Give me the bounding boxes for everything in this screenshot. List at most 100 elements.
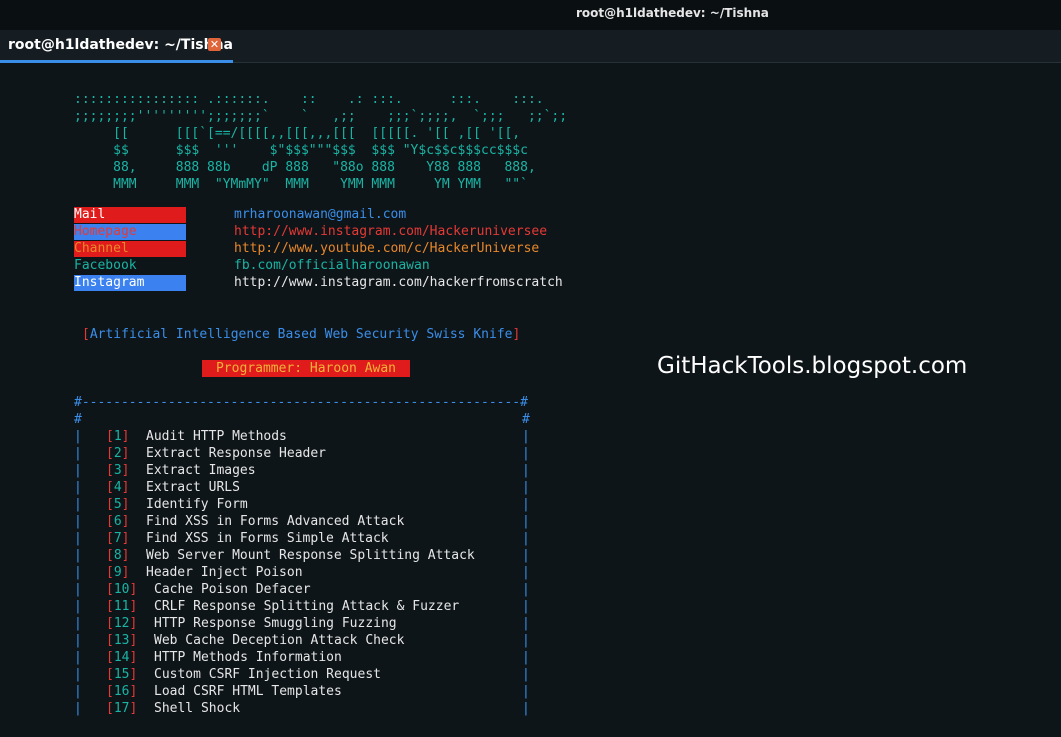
banner-line: ;;;;;;;;''''''''';;;;;;;` ` ,;; ;;;`;;;;… (74, 109, 568, 124)
banner-line: MMM MMM "YMmMY" MMM YMM MMM YM YMM ""` (74, 177, 528, 192)
menu-item-number: [14] (106, 650, 138, 665)
menu-border-right: | (522, 616, 530, 631)
menu-border-left: | (74, 650, 82, 665)
title-bar[interactable]: root@h1ldathedev: ~/Tishna (0, 0, 1061, 30)
homepage-label: Homepage (74, 224, 186, 240)
menu-border-left: | (74, 599, 82, 614)
menu-item-number: [7] (106, 531, 130, 546)
tagline-close: ] (512, 327, 521, 342)
menu-item[interactable]: | [9] Header Inject Poison | (74, 564, 534, 581)
tagline: [Artificial Intelligence Based Web Secur… (82, 326, 520, 343)
menu-item[interactable]: | [4] Extract URLS | (74, 479, 534, 496)
menu-border-right: | (522, 531, 530, 546)
menu-border-right: | (522, 667, 530, 682)
menu-border-right: | (522, 565, 530, 580)
menu-item-number: [5] (106, 497, 130, 512)
menu-item-number-value: 2 (113, 446, 122, 461)
menu-item-number-value: 1 (113, 429, 122, 444)
menu-item-label: HTTP Methods Information (154, 650, 342, 665)
menu-item[interactable]: | [3] Extract Images | (74, 462, 534, 479)
tab-bar: root@h1ldathedev: ~/Tishna ✕ (0, 30, 1061, 63)
menu-border-left: | (74, 548, 82, 563)
menu-item-number: [2] (106, 446, 130, 461)
menu-border-left: | (74, 582, 82, 597)
menu-item[interactable]: | [12] HTTP Response Smuggling Fuzzing | (74, 615, 534, 632)
tab-label: root@h1ldathedev: ~/Tishna (8, 37, 233, 53)
menu-item-number-value: 8 (113, 548, 122, 563)
menu-item-number-value: 16 (113, 684, 130, 699)
menu-item-number-value: 4 (113, 480, 122, 495)
menu-border-right: | (522, 480, 530, 495)
menu-item-label: Identify Form (146, 497, 248, 512)
menu-border-right: | (522, 463, 530, 478)
mail-label: Mail (74, 207, 186, 223)
menu-item-number-value: 6 (113, 514, 122, 529)
tab-terminal[interactable]: root@h1ldathedev: ~/Tishna ✕ (0, 30, 233, 63)
menu-item-number: [16] (106, 684, 138, 699)
menu-item-number-value: 12 (113, 616, 130, 631)
menu-item-label: Cache Poison Defacer (154, 582, 311, 597)
menu-item[interactable]: | [17] Shell Shock | (74, 700, 534, 717)
banner-line: 88, 888 88b dP 888 "88o 888 Y88 888 888, (74, 160, 536, 175)
menu-item-number: [1] (106, 429, 130, 444)
menu-item-number: [4] (106, 480, 130, 495)
close-icon[interactable]: ✕ (208, 38, 221, 51)
menu-item-number-value: 13 (113, 633, 130, 648)
menu-item[interactable]: | [14] HTTP Methods Information | (74, 649, 534, 666)
menu-border-right: | (522, 582, 530, 597)
menu-border-left: | (74, 531, 82, 546)
menu-item-number-value: 14 (113, 650, 130, 665)
menu-item-number-value: 5 (113, 497, 122, 512)
menu-border-left: | (74, 565, 82, 580)
menu-border-right: | (522, 599, 530, 614)
menu-item-number-value: 9 (113, 565, 122, 580)
menu-item-label: Header Inject Poison (146, 565, 303, 580)
menu-border-right: | (522, 701, 530, 716)
menu-item[interactable]: | [6] Find XSS in Forms Advanced Attack | (74, 513, 534, 530)
menu-item[interactable]: | [11] CRLF Response Splitting Attack & Fu… (74, 598, 534, 615)
menu-item-number: [10] (106, 582, 138, 597)
menu-item[interactable]: | [13] Web Cache Deception Attack Check | (74, 632, 534, 649)
menu-border-right: | (522, 429, 530, 444)
menu-item[interactable]: | [15] Custom CSRF Injection Request | (74, 666, 534, 683)
menu-border-left: | (74, 429, 82, 444)
terminal-output[interactable]: :::::::::::::::: .::::::. :: .: :::. :::… (0, 63, 1061, 737)
watermark-text: GitHackTools.blogspot.com (657, 353, 968, 379)
menu-item[interactable]: | [2] Extract Response Header | (74, 445, 534, 462)
menu-item-number-value: 11 (113, 599, 130, 614)
terminal-window: root@h1ldathedev: ~/Tishna root@h1ldathe… (0, 0, 1061, 737)
menu-item-label: Audit HTTP Methods (146, 429, 287, 444)
menu-item-number-value: 17 (113, 701, 130, 716)
menu-border-right: | (522, 446, 530, 461)
menu-corner-left: # (74, 412, 82, 427)
menu-border-right: | (522, 497, 530, 512)
menu-item-number: [9] (106, 565, 130, 580)
facebook-label: Facebook (74, 258, 137, 273)
menu-item[interactable]: | [16] Load CSRF HTML Templates | (74, 683, 534, 700)
programmer-badge: Programmer: Haroon Awan (202, 360, 410, 377)
window-title: root@h1ldathedev: ~/Tishna (576, 6, 769, 20)
menu-corner-right: # (522, 412, 530, 427)
menu-item-number: [12] (106, 616, 138, 631)
instagram-label: Instagram (74, 275, 186, 291)
menu-item-label: Find XSS in Forms Simple Attack (146, 531, 389, 546)
menu-item-number-value: 3 (113, 463, 122, 478)
menu-item[interactable]: | [7] Find XSS in Forms Simple Attack | (74, 530, 534, 547)
menu-item-label: Extract Images (146, 463, 256, 478)
menu-border-right: | (522, 548, 530, 563)
menu-item[interactable]: | [10] Cache Poison Defacer | (74, 581, 534, 598)
menu-border-right: | (522, 650, 530, 665)
menu-item-label: Find XSS in Forms Advanced Attack (146, 514, 405, 529)
menu-border-left: | (74, 633, 82, 648)
menu-item[interactable]: | [8] Web Server Mount Response Splitting … (74, 547, 534, 564)
menu-border-top: #---------------------------------------… (74, 395, 528, 410)
facebook-value: fb.com/officialharoonawan (234, 258, 430, 273)
menu-border-left: | (74, 514, 82, 529)
menu-item-label: Load CSRF HTML Templates (154, 684, 342, 699)
menu-border-left: | (74, 480, 82, 495)
menu-item-label: Web Server Mount Response Splitting Atta… (146, 548, 475, 563)
menu-item[interactable]: | [1] Audit HTTP Methods | (74, 428, 534, 445)
banner-line: :::::::::::::::: .::::::. :: .: :::. :::… (74, 92, 544, 107)
menu-item[interactable]: | [5] Identify Form | (74, 496, 534, 513)
menu-item-label: Shell Shock (154, 701, 241, 716)
